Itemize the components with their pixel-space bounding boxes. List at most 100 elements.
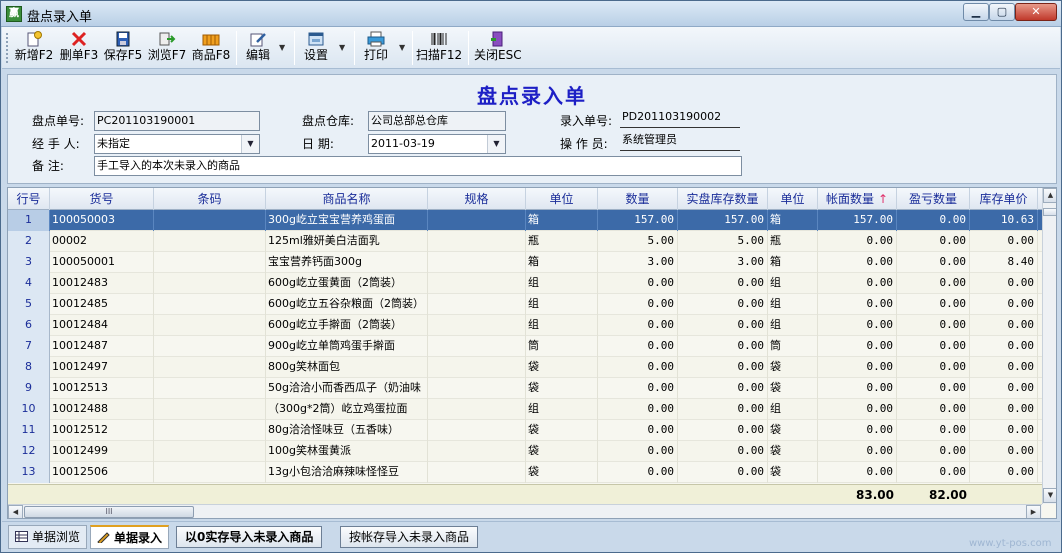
- cell-unit[interactable]: 袋: [526, 378, 598, 399]
- chevron-down-icon[interactable]: ▼: [241, 135, 259, 153]
- cell-spec[interactable]: [428, 210, 526, 231]
- cell-actual-stock[interactable]: 0.00: [678, 357, 768, 378]
- cell-item-code[interactable]: 10012483: [50, 273, 154, 294]
- cell-product-name[interactable]: 600g屹立五谷杂粮面（2筒装）: [266, 294, 428, 315]
- cell-spec[interactable]: [428, 273, 526, 294]
- cell-actual-stock[interactable]: 0.00: [678, 462, 768, 483]
- date-picker[interactable]: 2011-03-19 ▼: [368, 134, 506, 154]
- cell-unit2[interactable]: 箱: [768, 210, 818, 231]
- scroll-down-icon[interactable]: ▼: [1043, 488, 1056, 503]
- cell-unit-price[interactable]: 0.00: [970, 378, 1038, 399]
- cell-spec[interactable]: [428, 462, 526, 483]
- horizontal-scrollbar[interactable]: ◀ III ▶: [8, 504, 1042, 518]
- cell-barcode[interactable]: [154, 210, 266, 231]
- cell-diff-qty[interactable]: 0.00: [897, 441, 970, 462]
- horizontal-scroll-thumb[interactable]: III: [24, 506, 194, 518]
- scroll-right-icon[interactable]: ▶: [1026, 505, 1041, 518]
- cell-unit2[interactable]: 瓶: [768, 231, 818, 252]
- header-row-no[interactable]: 行号: [8, 188, 50, 210]
- table-row[interactable]: 11 10012512 80g洽洽怪味豆（五香味）袋 0.00 0.00 袋 0.00 0.0…: [8, 420, 1042, 441]
- cell-actual-stock[interactable]: 0.00: [678, 273, 768, 294]
- cell-item-code[interactable]: 10012488: [50, 399, 154, 420]
- cell-book-qty[interactable]: 0.00: [818, 462, 897, 483]
- cell-diff-qty[interactable]: 0.00: [897, 357, 970, 378]
- cell-product-name[interactable]: 125ml雅妍美白洁面乳: [266, 231, 428, 252]
- cell-barcode[interactable]: [154, 441, 266, 462]
- cell-item-code[interactable]: 10012513: [50, 378, 154, 399]
- cell-barcode[interactable]: [154, 273, 266, 294]
- cell-unit[interactable]: 组: [526, 294, 598, 315]
- warehouse-field[interactable]: 公司总部总仓库: [368, 111, 506, 131]
- table-row[interactable]: 6 10012484 600g屹立手擀面（2筒装）组 0.00 0.00 组 0.00 0.0…: [8, 315, 1042, 336]
- cell-actual-stock[interactable]: 3.00: [678, 252, 768, 273]
- cell-barcode[interactable]: [154, 378, 266, 399]
- cell-unit-price[interactable]: 10.63: [970, 210, 1038, 231]
- cell-row-no[interactable]: 11: [8, 420, 50, 441]
- cell-barcode[interactable]: [154, 399, 266, 420]
- maximize-button[interactable]: ▢: [989, 3, 1015, 21]
- cell-item-code[interactable]: 10012484: [50, 315, 154, 336]
- cell-actual-stock[interactable]: 0.00: [678, 378, 768, 399]
- add-button[interactable]: 新增F2: [12, 29, 56, 67]
- cell-unit2[interactable]: 组: [768, 273, 818, 294]
- cell-row-no[interactable]: 8: [8, 357, 50, 378]
- edit-dropdown-arrow[interactable]: ▼: [279, 43, 285, 52]
- import-book-stock-button[interactable]: 按帐存导入未录入商品: [340, 526, 479, 548]
- cell-product-name[interactable]: 600g屹立蛋黄面（2筒装）: [266, 273, 428, 294]
- cell-unit-price[interactable]: 8.40: [970, 252, 1038, 273]
- cell-row-no[interactable]: 7: [8, 336, 50, 357]
- header-diff-qty[interactable]: 盈亏数量: [897, 188, 970, 210]
- cell-spec[interactable]: [428, 378, 526, 399]
- chevron-down-icon[interactable]: ▼: [487, 135, 505, 153]
- cell-unit[interactable]: 瓶: [526, 231, 598, 252]
- header-spec[interactable]: 规格: [428, 188, 526, 210]
- cell-unit2[interactable]: 组: [768, 294, 818, 315]
- cell-unit2[interactable]: 筒: [768, 336, 818, 357]
- cell-row-no[interactable]: 13: [8, 462, 50, 483]
- cell-row-no[interactable]: 5: [8, 294, 50, 315]
- table-row[interactable]: 7 10012487 900g屹立单筒鸡蛋手擀面筒 0.00 0.00 筒 0.00 0.00…: [8, 336, 1042, 357]
- header-product-name[interactable]: 商品名称: [266, 188, 428, 210]
- cell-product-name[interactable]: 600g屹立手擀面（2筒装）: [266, 315, 428, 336]
- cell-item-code[interactable]: 10012499: [50, 441, 154, 462]
- table-row[interactable]: 5 10012485 600g屹立五谷杂粮面（2筒装）组 0.00 0.00 组 0.00 0…: [8, 294, 1042, 315]
- cell-unit2[interactable]: 袋: [768, 420, 818, 441]
- tab-browse[interactable]: 单据浏览: [8, 525, 88, 549]
- vertical-scrollbar[interactable]: ▲ ▼: [1042, 188, 1056, 504]
- cell-book-qty[interactable]: 0.00: [818, 420, 897, 441]
- cell-spec[interactable]: [428, 231, 526, 252]
- cell-diff-qty[interactable]: 0.00: [897, 294, 970, 315]
- doc-no-field[interactable]: PC201103190001: [94, 111, 260, 131]
- cell-book-qty[interactable]: 0.00: [818, 273, 897, 294]
- cell-unit[interactable]: 组: [526, 315, 598, 336]
- cell-unit[interactable]: 袋: [526, 420, 598, 441]
- browse-button[interactable]: 浏览F7: [146, 29, 188, 67]
- table-row[interactable]: 9 10012513 50g洽洽小而香西瓜子（奶油味袋 0.00 0.00 袋 0.00 0.…: [8, 378, 1042, 399]
- cell-barcode[interactable]: [154, 231, 266, 252]
- cell-quantity[interactable]: 0.00: [598, 378, 678, 399]
- cell-row-no[interactable]: 4: [8, 273, 50, 294]
- cell-diff-qty[interactable]: 0.00: [897, 420, 970, 441]
- cell-row-no[interactable]: 12: [8, 441, 50, 462]
- header-item-code[interactable]: 货号: [50, 188, 154, 210]
- cell-unit-price[interactable]: 0.00: [970, 420, 1038, 441]
- cell-row-no[interactable]: 6: [8, 315, 50, 336]
- table-row[interactable]: 1 100050003 300g屹立宝宝营养鸡蛋面箱 157.00 157.00 箱 157…: [8, 210, 1042, 231]
- cell-book-qty[interactable]: 0.00: [818, 399, 897, 420]
- cell-unit-price[interactable]: 0.00: [970, 273, 1038, 294]
- cell-product-name[interactable]: 13g小包洽洽麻辣味怪怪豆: [266, 462, 428, 483]
- cell-unit2[interactable]: 袋: [768, 357, 818, 378]
- cell-unit2[interactable]: 袋: [768, 378, 818, 399]
- cell-barcode[interactable]: [154, 252, 266, 273]
- cell-quantity[interactable]: 0.00: [598, 462, 678, 483]
- cell-product-name[interactable]: 50g洽洽小而香西瓜子（奶油味: [266, 378, 428, 399]
- cell-book-qty[interactable]: 0.00: [818, 294, 897, 315]
- cell-unit2[interactable]: 组: [768, 399, 818, 420]
- cell-spec[interactable]: [428, 294, 526, 315]
- print-dropdown-arrow[interactable]: ▼: [399, 43, 405, 52]
- toolbar-grip[interactable]: [6, 33, 9, 63]
- cell-quantity[interactable]: 3.00: [598, 252, 678, 273]
- cell-product-name[interactable]: 宝宝营养钙面300g: [266, 252, 428, 273]
- cell-unit[interactable]: 箱: [526, 210, 598, 231]
- cell-item-code[interactable]: 10012487: [50, 336, 154, 357]
